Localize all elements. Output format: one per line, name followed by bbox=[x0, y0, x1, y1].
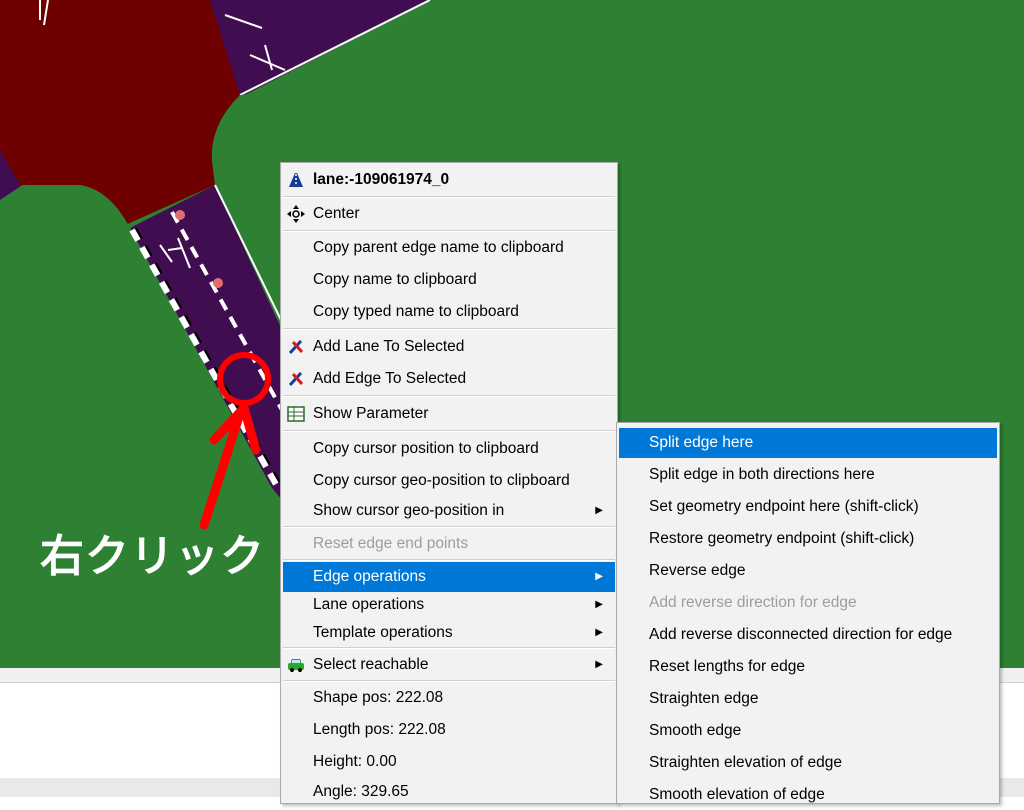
menu-separator bbox=[283, 196, 615, 198]
menu-item-select-reachable[interactable]: Select reachable ▶ bbox=[283, 650, 615, 680]
menu-item-smooth-edge[interactable]: Smooth edge bbox=[619, 716, 997, 746]
submenu-arrow-icon: ▶ bbox=[595, 659, 603, 670]
menu-item-split-edge-here[interactable]: Split edge here bbox=[619, 428, 997, 458]
menu-separator bbox=[283, 680, 615, 682]
menu-item-show-cursor-geo-position-in[interactable]: Show cursor geo-position in ▶ bbox=[283, 496, 615, 526]
menu-item-add-lane-to-selected[interactable]: Add Lane To Selected bbox=[283, 332, 615, 362]
menu-item-label: Set geometry endpoint here (shift-click) bbox=[649, 498, 919, 515]
menu-item-label: lane:-109061974_0 bbox=[313, 171, 450, 188]
lane-marker bbox=[213, 278, 223, 288]
menu-item-copy-cursor-geo-position[interactable]: Copy cursor geo-position to clipboard bbox=[283, 466, 615, 496]
menu-item-label: Shape pos: 222.08 bbox=[313, 689, 444, 706]
menu-item-label: Restore geometry endpoint (shift-click) bbox=[649, 530, 915, 547]
edge-operations-submenu: Split edge here Split edge in both direc… bbox=[616, 422, 1000, 804]
menu-item-template-operations[interactable]: Template operations ▶ bbox=[283, 618, 615, 648]
menu-separator bbox=[283, 430, 615, 432]
menu-item-split-edge-both-directions[interactable]: Split edge in both directions here bbox=[619, 460, 997, 490]
menu-item-label: Copy name to clipboard bbox=[313, 271, 477, 288]
menu-item-label: Copy cursor position to clipboard bbox=[313, 440, 539, 457]
submenu-arrow-icon: ▶ bbox=[595, 505, 603, 516]
menu-item-lane-title: lane:-109061974_0 bbox=[283, 165, 615, 195]
menu-separator bbox=[283, 647, 615, 649]
menu-item-copy-parent-edge-name[interactable]: Copy parent edge name to clipboard bbox=[283, 233, 615, 263]
menu-separator bbox=[283, 230, 615, 232]
menu-item-add-reverse-direction: Add reverse direction for edge bbox=[619, 588, 997, 618]
menu-item-center[interactable]: Center bbox=[283, 199, 615, 229]
menu-item-label: Show Parameter bbox=[313, 405, 429, 422]
menu-item-straighten-elevation[interactable]: Straighten elevation of edge bbox=[619, 748, 997, 778]
menu-item-label: Reset edge end points bbox=[313, 535, 469, 552]
menu-item-label: Smooth elevation of edge bbox=[649, 786, 825, 803]
submenu-arrow-icon: ▶ bbox=[595, 571, 603, 582]
menu-item-shape-pos: Shape pos: 222.08 bbox=[283, 683, 615, 713]
menu-item-copy-typed-name[interactable]: Copy typed name to clipboard bbox=[283, 297, 615, 327]
submenu-arrow-icon: ▶ bbox=[595, 627, 603, 638]
menu-item-add-edge-to-selected[interactable]: Add Edge To Selected bbox=[283, 364, 615, 394]
table-icon bbox=[287, 406, 305, 422]
menu-item-label: Add reverse disconnected direction for e… bbox=[649, 626, 953, 643]
annotation-text: 右クリック bbox=[40, 531, 265, 582]
menu-item-lane-operations[interactable]: Lane operations ▶ bbox=[283, 590, 615, 620]
car-icon bbox=[288, 659, 304, 672]
menu-separator bbox=[283, 526, 615, 528]
menu-separator bbox=[283, 559, 615, 561]
menu-item-reset-edge-end-points: Reset edge end points bbox=[283, 529, 615, 559]
context-menu: lane:-109061974_0 Center Copy parent edg… bbox=[280, 162, 618, 804]
menu-item-length-pos: Length pos: 222.08 bbox=[283, 715, 615, 745]
menu-item-label: Split edge here bbox=[649, 434, 754, 451]
menu-item-add-reverse-disconnected[interactable]: Add reverse disconnected direction for e… bbox=[619, 620, 997, 650]
menu-item-show-parameter[interactable]: Show Parameter bbox=[283, 399, 615, 429]
menu-item-label: Angle: 329.65 bbox=[313, 783, 409, 800]
menu-item-label: Center bbox=[313, 205, 360, 222]
menu-item-label: Select reachable bbox=[313, 656, 429, 673]
lane-marker bbox=[175, 210, 185, 220]
menu-item-label: Reverse edge bbox=[649, 562, 746, 579]
menu-item-reset-lengths[interactable]: Reset lengths for edge bbox=[619, 652, 997, 682]
menu-separator bbox=[283, 328, 615, 330]
menu-item-copy-cursor-position[interactable]: Copy cursor position to clipboard bbox=[283, 434, 615, 464]
menu-item-label: Split edge in both directions here bbox=[649, 466, 875, 483]
menu-item-label: Add Lane To Selected bbox=[313, 338, 465, 355]
menu-item-smooth-elevation[interactable]: Smooth elevation of edge bbox=[619, 780, 997, 810]
menu-separator bbox=[283, 395, 615, 397]
submenu-arrow-icon: ▶ bbox=[595, 599, 603, 610]
menu-item-label: Straighten elevation of edge bbox=[649, 754, 843, 771]
menu-item-label: Reset lengths for edge bbox=[649, 658, 805, 675]
menu-item-reverse-edge[interactable]: Reverse edge bbox=[619, 556, 997, 586]
menu-item-label: Add reverse direction for edge bbox=[649, 594, 857, 611]
menu-item-edge-operations[interactable]: Edge operations ▶ bbox=[283, 562, 615, 592]
menu-item-label: Straighten edge bbox=[649, 690, 759, 707]
menu-item-label: Edge operations bbox=[313, 568, 426, 585]
menu-item-label: Copy cursor geo-position to clipboard bbox=[313, 472, 570, 489]
menu-item-label: Height: 0.00 bbox=[313, 753, 397, 770]
menu-item-label: Smooth edge bbox=[649, 722, 742, 739]
menu-item-label: Add Edge To Selected bbox=[313, 370, 467, 387]
menu-item-label: Copy typed name to clipboard bbox=[313, 303, 519, 320]
move-icon bbox=[287, 205, 305, 223]
menu-item-set-geometry-endpoint[interactable]: Set geometry endpoint here (shift-click) bbox=[619, 492, 997, 522]
menu-item-height: Height: 0.00 bbox=[283, 747, 615, 777]
select-icon bbox=[288, 339, 304, 355]
menu-item-label: Copy parent edge name to clipboard bbox=[313, 239, 564, 256]
select-icon bbox=[288, 371, 304, 387]
menu-item-label: Lane operations bbox=[313, 596, 425, 613]
menu-item-label: Length pos: 222.08 bbox=[313, 721, 446, 738]
menu-item-label: Show cursor geo-position in bbox=[313, 502, 505, 519]
menu-item-angle: Angle: 329.65 bbox=[283, 777, 615, 807]
menu-item-restore-geometry-endpoint[interactable]: Restore geometry endpoint (shift-click) bbox=[619, 524, 997, 554]
menu-item-straighten-edge[interactable]: Straighten edge bbox=[619, 684, 997, 714]
lane-icon bbox=[289, 173, 303, 187]
menu-item-copy-name[interactable]: Copy name to clipboard bbox=[283, 265, 615, 295]
menu-item-label: Template operations bbox=[313, 624, 453, 641]
